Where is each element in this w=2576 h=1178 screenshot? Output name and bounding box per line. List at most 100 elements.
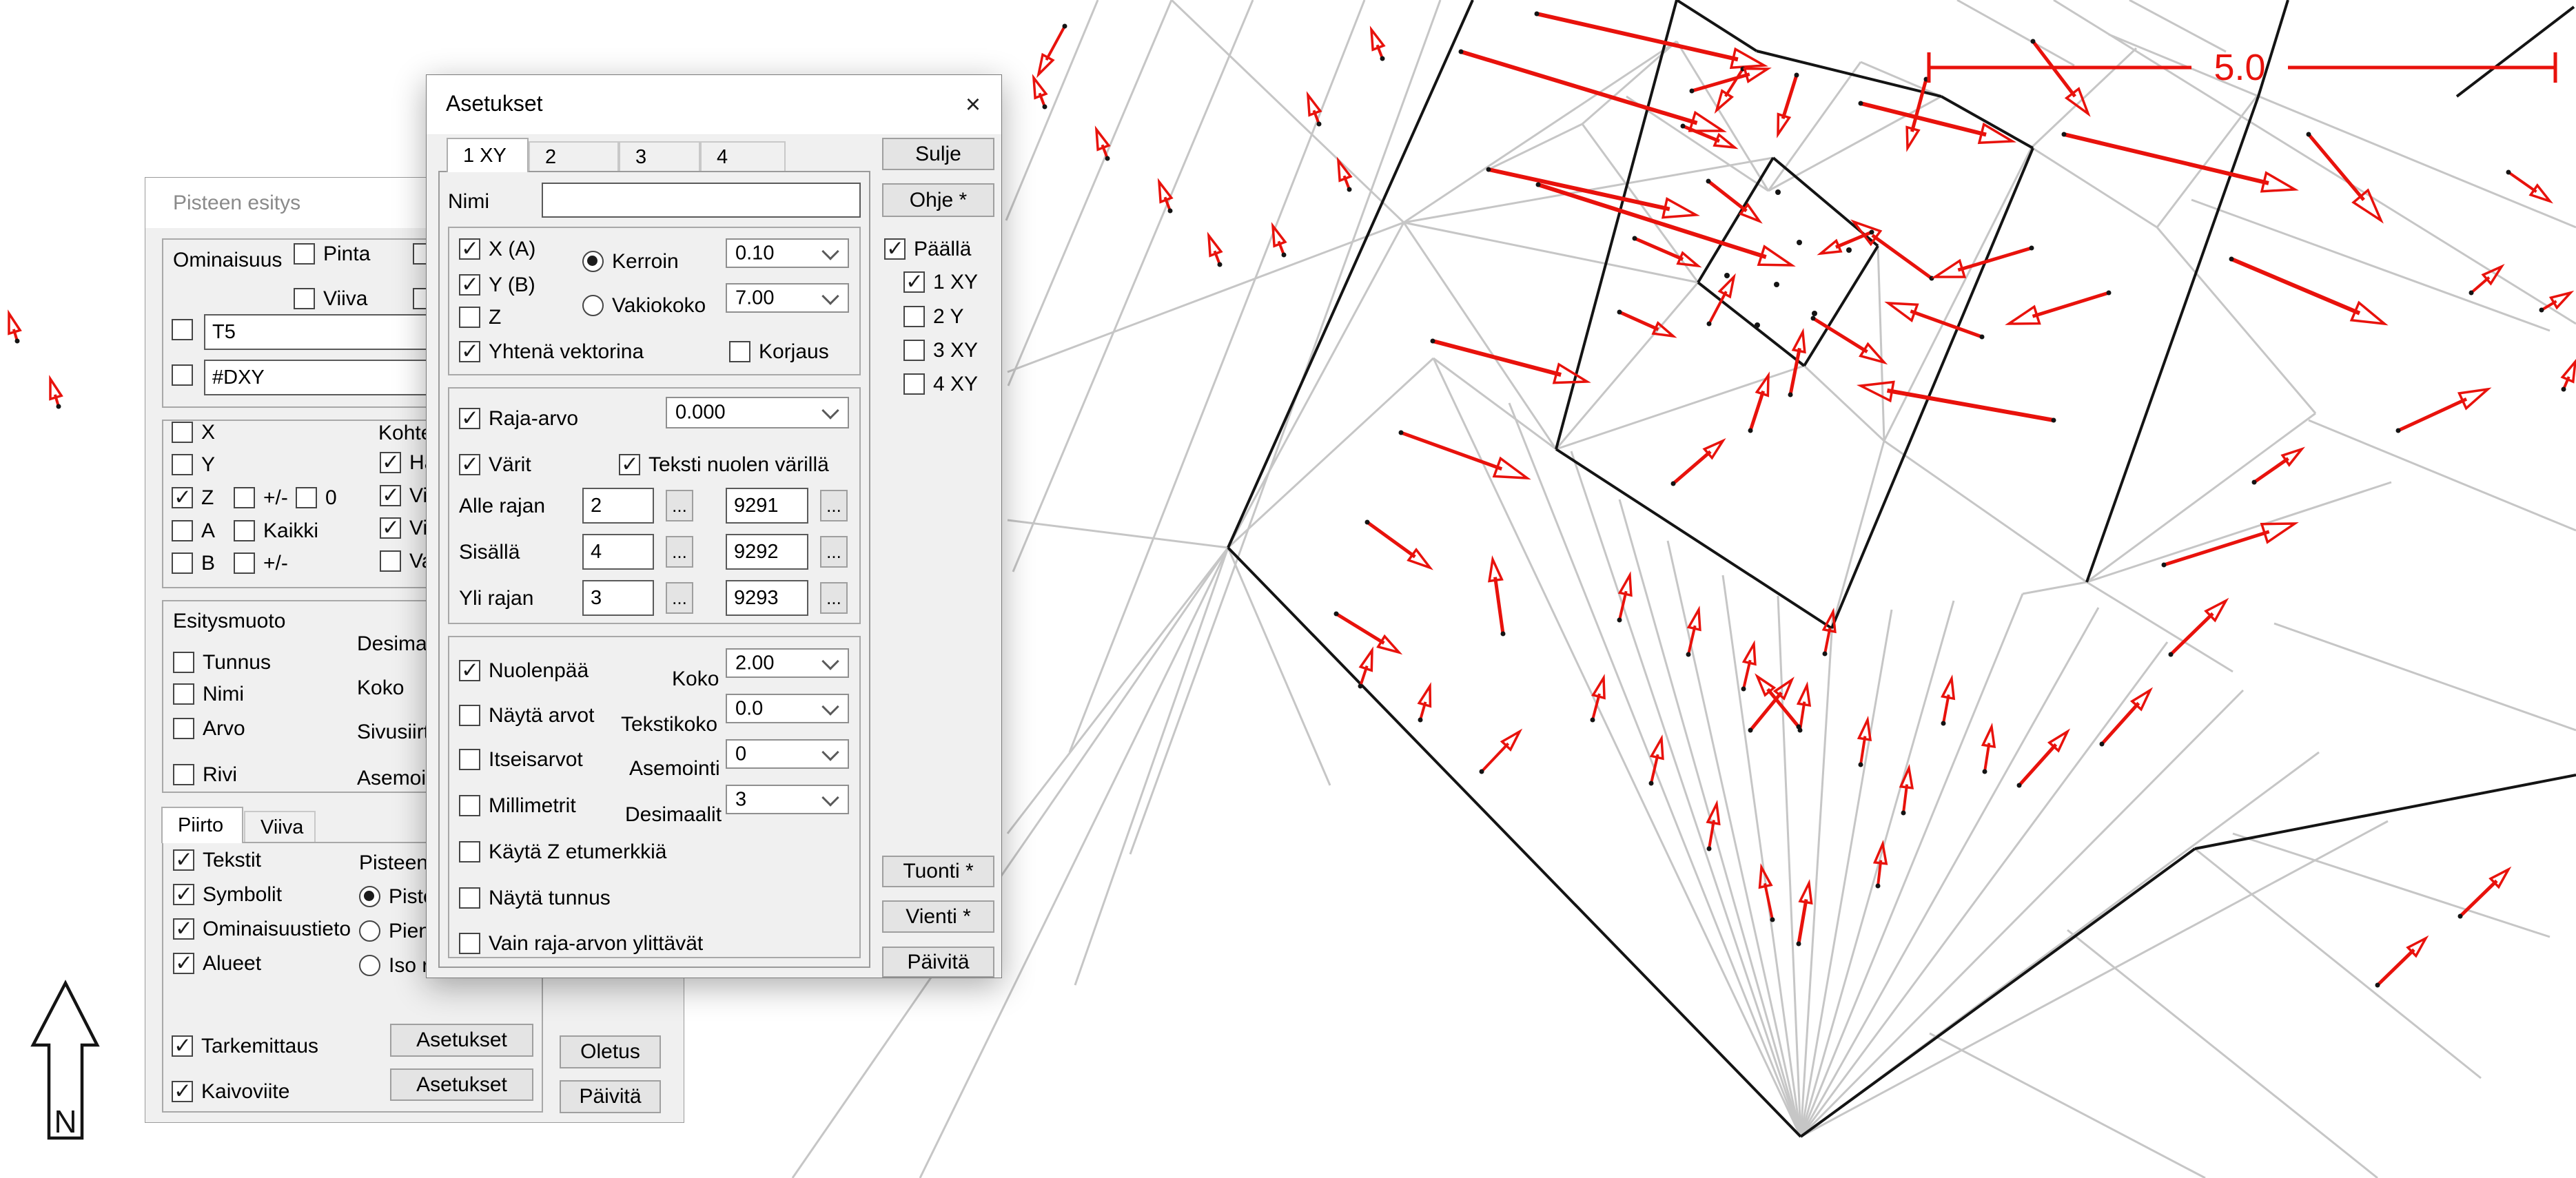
checkbox-paalla-4xy[interactable] <box>903 373 925 395</box>
plusminus-2-label: +/- <box>263 552 288 574</box>
radio-vakiokoko[interactable] <box>582 295 604 316</box>
tekstikoko-dropdown[interactable]: 0.0 <box>726 694 849 723</box>
checkbox-paalla-2y[interactable] <box>903 306 925 327</box>
sisalla-input[interactable]: 4 <box>582 534 654 570</box>
checkbox-rivi[interactable] <box>173 764 194 785</box>
raja-arvo-label: Raja-arvo <box>489 408 578 429</box>
asetukset-button-2[interactable]: Asetukset <box>390 1068 533 1101</box>
radio-iso-rivi[interactable] <box>359 955 380 976</box>
checkbox-t5[interactable] <box>172 319 193 340</box>
vakiokoko-label: Vakiokoko <box>612 295 706 316</box>
tab-2[interactable]: 2 <box>529 141 619 172</box>
radio-pieni[interactable] <box>359 920 380 942</box>
checkbox-yhtena-vektorina[interactable] <box>459 341 480 362</box>
checkbox-z-main[interactable] <box>459 307 480 328</box>
checkbox-plusminus-2[interactable] <box>234 552 255 574</box>
titlebar-asetukset[interactable]: Asetukset × <box>427 75 1001 135</box>
checkbox-x[interactable] <box>172 422 193 443</box>
sisalla-code-input[interactable]: 9292 <box>726 534 808 570</box>
checkbox-kaivoviite[interactable] <box>172 1081 193 1102</box>
checkbox-zero[interactable] <box>296 487 317 508</box>
tuonti-button[interactable]: Tuonti * <box>882 856 994 887</box>
sisalla-browse-button[interactable]: ... <box>666 536 693 568</box>
checkbox-dxy[interactable] <box>172 364 193 386</box>
checkbox-kaikki[interactable] <box>234 520 255 541</box>
sisalla-code-browse-button[interactable]: ... <box>820 536 848 568</box>
kohde-label: Kohte <box>378 422 432 444</box>
asetukset-button-1[interactable]: Asetukset <box>390 1024 533 1057</box>
radio-kerroin[interactable] <box>582 251 604 272</box>
nimi-input[interactable] <box>542 183 861 218</box>
checkbox-yb[interactable] <box>459 274 480 296</box>
checkbox-symbolit[interactable] <box>173 884 194 905</box>
oletus-button[interactable]: Oletus <box>560 1035 661 1068</box>
asemointi-dropdown[interactable]: 0 <box>726 739 849 769</box>
alle-rajan-code-input[interactable]: 9291 <box>726 488 808 524</box>
yli-rajan-code-input[interactable]: 9293 <box>726 580 808 616</box>
checkbox-tarkemittaus[interactable] <box>172 1035 193 1057</box>
tab-1-xy[interactable]: 1 XY <box>447 138 529 172</box>
checkbox-viiva[interactable] <box>294 288 315 309</box>
checkbox-paalla-1xy[interactable] <box>903 271 925 293</box>
raja-arvo-dropdown[interactable]: 0.000 <box>666 397 849 428</box>
checkbox-varit[interactable] <box>459 454 480 475</box>
checkbox-vii-1[interactable] <box>380 485 401 506</box>
ellipsis-icon: ... <box>672 588 687 609</box>
checkbox-millimetrit[interactable] <box>459 795 480 816</box>
checkbox-pinta[interactable] <box>294 243 315 265</box>
checkbox-nimi[interactable] <box>173 683 194 705</box>
checkbox-y[interactable] <box>172 454 193 475</box>
tarkemittaus-label: Tarkemittaus <box>201 1035 318 1057</box>
alle-rajan-input[interactable]: 2 <box>582 488 654 524</box>
tab-3[interactable]: 3 <box>619 141 700 172</box>
checkbox-korjaus[interactable] <box>729 341 750 362</box>
checkbox-itseisarvot[interactable] <box>459 749 480 770</box>
sulje-button[interactable]: Sulje <box>882 138 994 170</box>
tab-viiva[interactable]: Viiva <box>244 811 316 843</box>
alle-rajan-code-browse-button[interactable]: ... <box>820 490 848 521</box>
checkbox-arvo[interactable] <box>173 718 194 739</box>
checkbox-nayta-arvot[interactable] <box>459 705 480 726</box>
checkbox-tunnus[interactable] <box>173 652 194 673</box>
checkbox-kayta-z-etumerkkia[interactable] <box>459 841 480 862</box>
checkbox-raja-arvo[interactable] <box>459 408 480 429</box>
desimaalit-dropdown[interactable]: 3 <box>726 785 849 814</box>
koko-dropdown[interactable]: 2.00 <box>726 648 849 678</box>
checkbox-nayta-tunnus[interactable] <box>459 887 480 909</box>
vakiokoko-dropdown[interactable]: 7.00 <box>726 283 849 313</box>
ohje-button[interactable]: Ohje * <box>882 183 994 217</box>
paivita-button-main[interactable]: Päivitä <box>882 947 994 978</box>
checkbox-z[interactable] <box>172 487 193 508</box>
checkbox-paalla[interactable] <box>884 238 906 260</box>
checkbox-a[interactable] <box>172 520 193 541</box>
tab-4[interactable]: 4 <box>700 141 786 172</box>
checkbox-tekstit[interactable] <box>173 849 194 871</box>
tab-piirto[interactable]: Piirto <box>161 807 243 843</box>
oletus-button-label: Oletus <box>580 1040 640 1064</box>
alle-rajan-code-value: 9291 <box>734 495 779 517</box>
paivita-button-left[interactable]: Päivitä <box>560 1080 661 1113</box>
yli-rajan-input[interactable]: 3 <box>582 580 654 616</box>
checkbox-ominaisuustieto[interactable] <box>173 918 194 940</box>
alle-rajan-browse-button[interactable]: ... <box>666 490 693 521</box>
radio-piste[interactable] <box>359 886 380 907</box>
checkbox-b[interactable] <box>172 552 193 574</box>
checkbox-teksti-nuolen-varilla[interactable] <box>619 454 640 475</box>
checkbox-vii-2[interactable] <box>380 517 401 539</box>
tekstikoko-value: 0.0 <box>735 697 763 720</box>
checkbox-va[interactable] <box>380 550 401 572</box>
ellipsis-icon: ... <box>826 495 841 517</box>
vienti-button[interactable]: Vienti * <box>882 900 994 933</box>
checkbox-plusminus-1[interactable] <box>234 487 255 508</box>
close-icon[interactable]: × <box>956 87 990 122</box>
checkbox-alueet[interactable] <box>173 953 194 974</box>
checkbox-nuolenpaa[interactable] <box>459 660 480 681</box>
yli-rajan-browse-button[interactable]: ... <box>666 582 693 614</box>
kerroin-dropdown[interactable]: 0.10 <box>726 238 849 268</box>
checkbox-ha[interactable] <box>380 452 401 473</box>
dialog-asetukset: Asetukset × 1 XY 2 3 4 Nimi X (A) Y (B) … <box>426 74 1002 978</box>
checkbox-xa[interactable] <box>459 238 480 260</box>
yli-rajan-code-browse-button[interactable]: ... <box>820 582 848 614</box>
checkbox-paalla-3xy[interactable] <box>903 340 925 361</box>
checkbox-vain-raja-arvon-ylittavat[interactable] <box>459 933 480 954</box>
